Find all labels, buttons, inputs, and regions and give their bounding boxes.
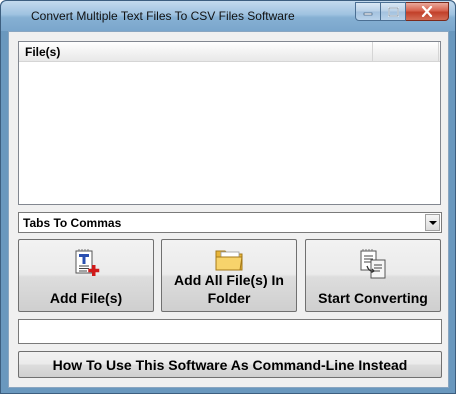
dropdown-button[interactable] <box>425 214 440 231</box>
conversion-mode-select[interactable]: Tabs To Commas <box>18 212 442 233</box>
column-header-extra[interactable] <box>373 42 439 61</box>
document-convert-icon <box>360 249 386 279</box>
file-list[interactable]: File(s) <box>18 41 441 205</box>
add-folder-button[interactable]: Add All File(s) In Folder <box>161 239 297 312</box>
command-line-help-label: How To Use This Software As Command-Line… <box>52 356 408 373</box>
start-converting-label: Start Converting <box>318 290 428 306</box>
conversion-mode-value: Tabs To Commas <box>23 216 122 230</box>
app-window: Convert Multiple Text Files To CSV Files… <box>0 0 456 394</box>
command-line-help-button[interactable]: How To Use This Software As Command-Line… <box>18 351 442 378</box>
caption-buttons <box>355 2 449 21</box>
chevron-down-icon <box>428 220 437 225</box>
minimize-button[interactable] <box>355 2 381 21</box>
close-icon <box>421 6 433 17</box>
close-button[interactable] <box>406 2 449 21</box>
add-files-button[interactable]: Add File(s) <box>18 239 154 312</box>
window-title: Convert Multiple Text Files To CSV Files… <box>31 9 295 23</box>
maximize-icon <box>387 6 399 17</box>
add-files-label: Add File(s) <box>49 290 123 306</box>
title-bar[interactable]: Convert Multiple Text Files To CSV Files… <box>1 1 455 31</box>
client-area: File(s) Tabs To Commas Add File(s) Add A… <box>8 31 449 388</box>
text-file-add-icon <box>75 249 100 276</box>
minimize-icon <box>363 12 373 15</box>
file-list-header: File(s) <box>19 42 440 62</box>
column-header-files[interactable]: File(s) <box>19 42 373 61</box>
status-field <box>18 319 442 344</box>
add-folder-label: Add All File(s) In Folder <box>174 272 284 306</box>
maximize-button[interactable] <box>381 2 406 21</box>
start-converting-button[interactable]: Start Converting <box>305 239 441 312</box>
